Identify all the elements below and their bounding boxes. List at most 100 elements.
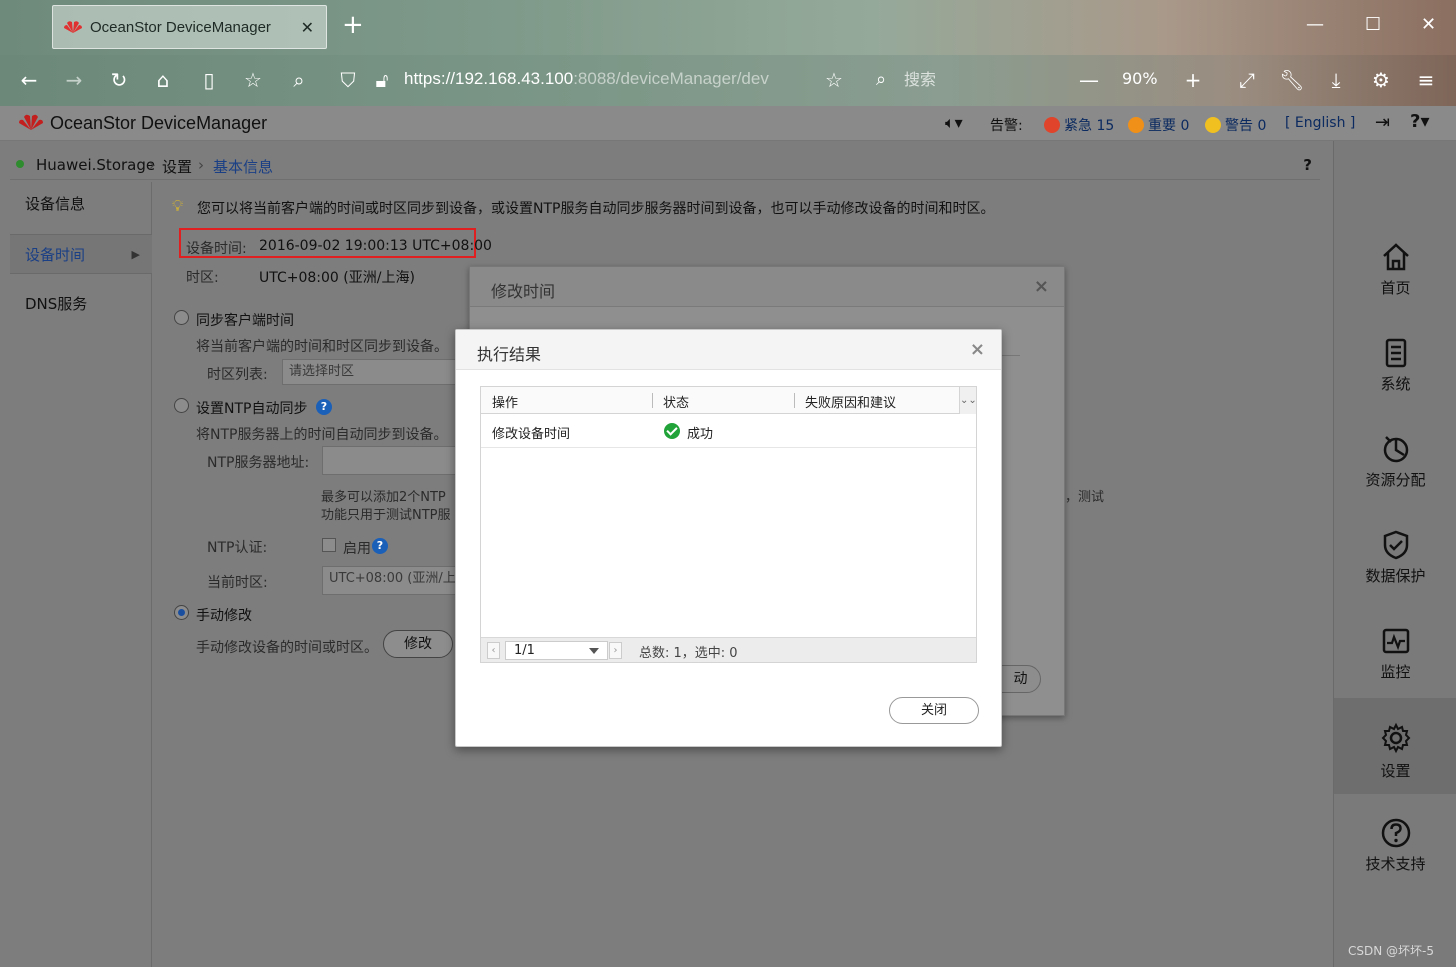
breadcrumb-settings[interactable]: 设置: [162, 156, 192, 177]
close-icon[interactable]: ×: [1034, 276, 1049, 297]
page-select[interactable]: 1/1: [505, 641, 608, 660]
bookmark-star-icon[interactable]: ☆: [821, 67, 847, 93]
table-row[interactable]: 修改设备时间 成功: [481, 415, 976, 448]
manual-radio[interactable]: [174, 605, 189, 620]
shield-icon[interactable]: ⛉: [335, 67, 361, 93]
mute-speaker-icon[interactable]: 🔈︎▾: [945, 113, 963, 133]
browser-tab[interactable]: OceanStor DeviceManager ✕: [52, 5, 327, 49]
alarm-critical[interactable]: 紧急 15: [1044, 115, 1114, 135]
ntp-note-tail: ，测试: [1065, 490, 1105, 505]
status-dot-icon: [16, 160, 24, 168]
address-bar[interactable]: https://192.168.43.100:8088/deviceManage…: [404, 69, 799, 89]
zoom-out-icon[interactable]: —: [1076, 67, 1102, 93]
reload-icon[interactable]: ↻: [106, 67, 132, 93]
prev-page-icon[interactable]: ‹: [487, 642, 500, 659]
ntp-note-line2: 功能只用于测试NTP服: [321, 508, 451, 523]
ntp-label: 设置NTP自动同步: [196, 401, 308, 417]
window-close-icon[interactable]: ✕: [1421, 14, 1436, 35]
column-header-reason[interactable]: 失败原因和建议: [805, 392, 896, 411]
divider: [1000, 355, 1020, 356]
dialog-title: 执行结果: [477, 345, 542, 364]
ntp-auth-help-icon[interactable]: ?: [372, 538, 388, 554]
sidebar-item-settings[interactable]: 设置: [1334, 698, 1456, 794]
reader-icon[interactable]: ▯: [196, 67, 222, 93]
timezone-value: UTC+08:00 (亚洲/上海): [259, 270, 415, 286]
right-sidebar: 首页 系统 资源分配 数据保护 监控 设置 技术支持: [1333, 141, 1456, 967]
sidebar-label: 系统: [1380, 375, 1411, 393]
alarm-warning[interactable]: 警告 0: [1205, 115, 1266, 135]
column-header-status[interactable]: 状态: [663, 392, 689, 411]
menu-icon[interactable]: ≡: [1413, 67, 1439, 93]
column-divider[interactable]: [794, 393, 795, 408]
modify-button[interactable]: 修改: [383, 630, 453, 658]
column-divider[interactable]: [652, 393, 653, 408]
tools-icon[interactable]: 🔧︎: [1279, 67, 1305, 93]
next-page-icon[interactable]: ›: [609, 642, 622, 659]
search-placeholder: 搜索: [904, 70, 937, 89]
ntp-desc: 将NTP服务器上的时间自动同步到设备。: [196, 427, 448, 443]
download-icon[interactable]: ⤓: [1323, 67, 1349, 93]
ntp-note-line1: 最多可以添加2个NTP: [321, 490, 446, 505]
watermark: CSDN @坏坏-5: [1348, 944, 1434, 958]
sidebar-label: 首页: [1380, 279, 1411, 297]
pager: ‹ 1/1 › 总数: 1，选中: 0: [481, 637, 976, 662]
tz-list-select[interactable]: 请选择时区: [282, 359, 462, 385]
critical-alarm-icon: [1044, 117, 1060, 133]
new-tab-icon[interactable]: +: [342, 12, 364, 38]
breadcrumb-separator-icon: ›: [198, 156, 204, 174]
nav-item-device-time[interactable]: 设备时间 ▶: [10, 234, 152, 274]
sidebar-item-system[interactable]: 系统: [1334, 337, 1456, 433]
ntp-auth-label: NTP认证:: [207, 540, 268, 556]
tab-close-icon[interactable]: ✕: [301, 18, 314, 37]
favorites-icon[interactable]: ☆: [240, 67, 266, 93]
result-table: 操作 状态 失败原因和建议 ⌄⌄ 修改设备时间 成功 ‹ 1/1 › 总数: 1…: [480, 386, 977, 663]
alarm-major[interactable]: 重要 0: [1128, 115, 1189, 135]
column-header-operation[interactable]: 操作: [492, 392, 518, 411]
alarm-critical-text: 紧急 15: [1064, 118, 1115, 134]
ntp-auth-checkbox[interactable]: [322, 538, 336, 552]
language-switch[interactable]: [ English ]: [1285, 115, 1355, 131]
forward-icon[interactable]: →: [61, 67, 87, 93]
home-icon[interactable]: ⌂: [150, 67, 176, 93]
sidebar-item-data-protection[interactable]: 数据保护: [1334, 529, 1456, 625]
tz-list-label: 时区列表:: [207, 367, 268, 383]
breadcrumb-root[interactable]: Huawei.Storage: [36, 156, 155, 174]
ntp-help-icon[interactable]: ?: [316, 399, 332, 415]
pager-info: 总数: 1，选中: 0: [639, 646, 738, 661]
ntp-radio[interactable]: [174, 398, 189, 413]
nav-item-device-info[interactable]: 设备信息: [10, 184, 152, 224]
timezone-label: 时区:: [186, 270, 219, 286]
sidebar-item-resource[interactable]: 资源分配: [1334, 433, 1456, 529]
settings-gear-icon[interactable]: ⚙: [1368, 67, 1394, 93]
tip-bulb-icon: 💡︎: [172, 196, 184, 215]
fullscreen-icon[interactable]: ⤢: [1234, 67, 1260, 93]
zoom-in-icon[interactable]: +: [1180, 67, 1206, 93]
maximize-icon[interactable]: ☐: [1365, 14, 1381, 35]
sync-client-radio[interactable]: [174, 310, 189, 325]
back-icon[interactable]: ←: [16, 67, 42, 93]
search-icon[interactable]: ⌕: [286, 67, 312, 93]
zoom-level: 90%: [1122, 69, 1158, 88]
nav-item-dns[interactable]: DNS服务: [10, 284, 152, 324]
sidebar-item-support[interactable]: 技术支持: [1334, 817, 1456, 913]
ntp-server-input[interactable]: [322, 446, 462, 475]
page-select-value: 1/1: [514, 643, 535, 658]
column-chooser-icon[interactable]: ⌄⌄: [959, 387, 977, 414]
alarm-warning-text: 警告 0: [1225, 118, 1267, 134]
major-alarm-icon: [1128, 117, 1144, 133]
huawei-logo-icon: [64, 21, 82, 33]
close-button[interactable]: 关闭: [889, 697, 979, 724]
sidebar-item-home[interactable]: 首页: [1334, 241, 1456, 337]
close-icon[interactable]: ×: [970, 339, 985, 360]
page-help-icon[interactable]: ?: [1303, 156, 1312, 174]
sidebar-label: 资源分配: [1365, 471, 1426, 489]
manual-desc: 手动修改设备的时间或时区。: [196, 640, 378, 656]
device-time-value: 2016-09-02 19:00:13 UTC+08:00: [259, 238, 492, 254]
minimize-icon[interactable]: —: [1306, 14, 1324, 35]
browser-search-input[interactable]: ⌕ 搜索: [866, 65, 1066, 95]
table-header: 操作 状态 失败原因和建议 ⌄⌄: [481, 387, 977, 414]
logout-icon[interactable]: ⇥: [1375, 112, 1390, 133]
current-tz-field: UTC+08:00 (亚洲/上: [322, 566, 462, 595]
tip-text: 您可以将当前客户端的时间或时区同步到设备，或设置NTP服务自动同步服务器时间到设…: [197, 201, 995, 217]
help-menu-icon[interactable]: ?▾: [1410, 111, 1429, 132]
